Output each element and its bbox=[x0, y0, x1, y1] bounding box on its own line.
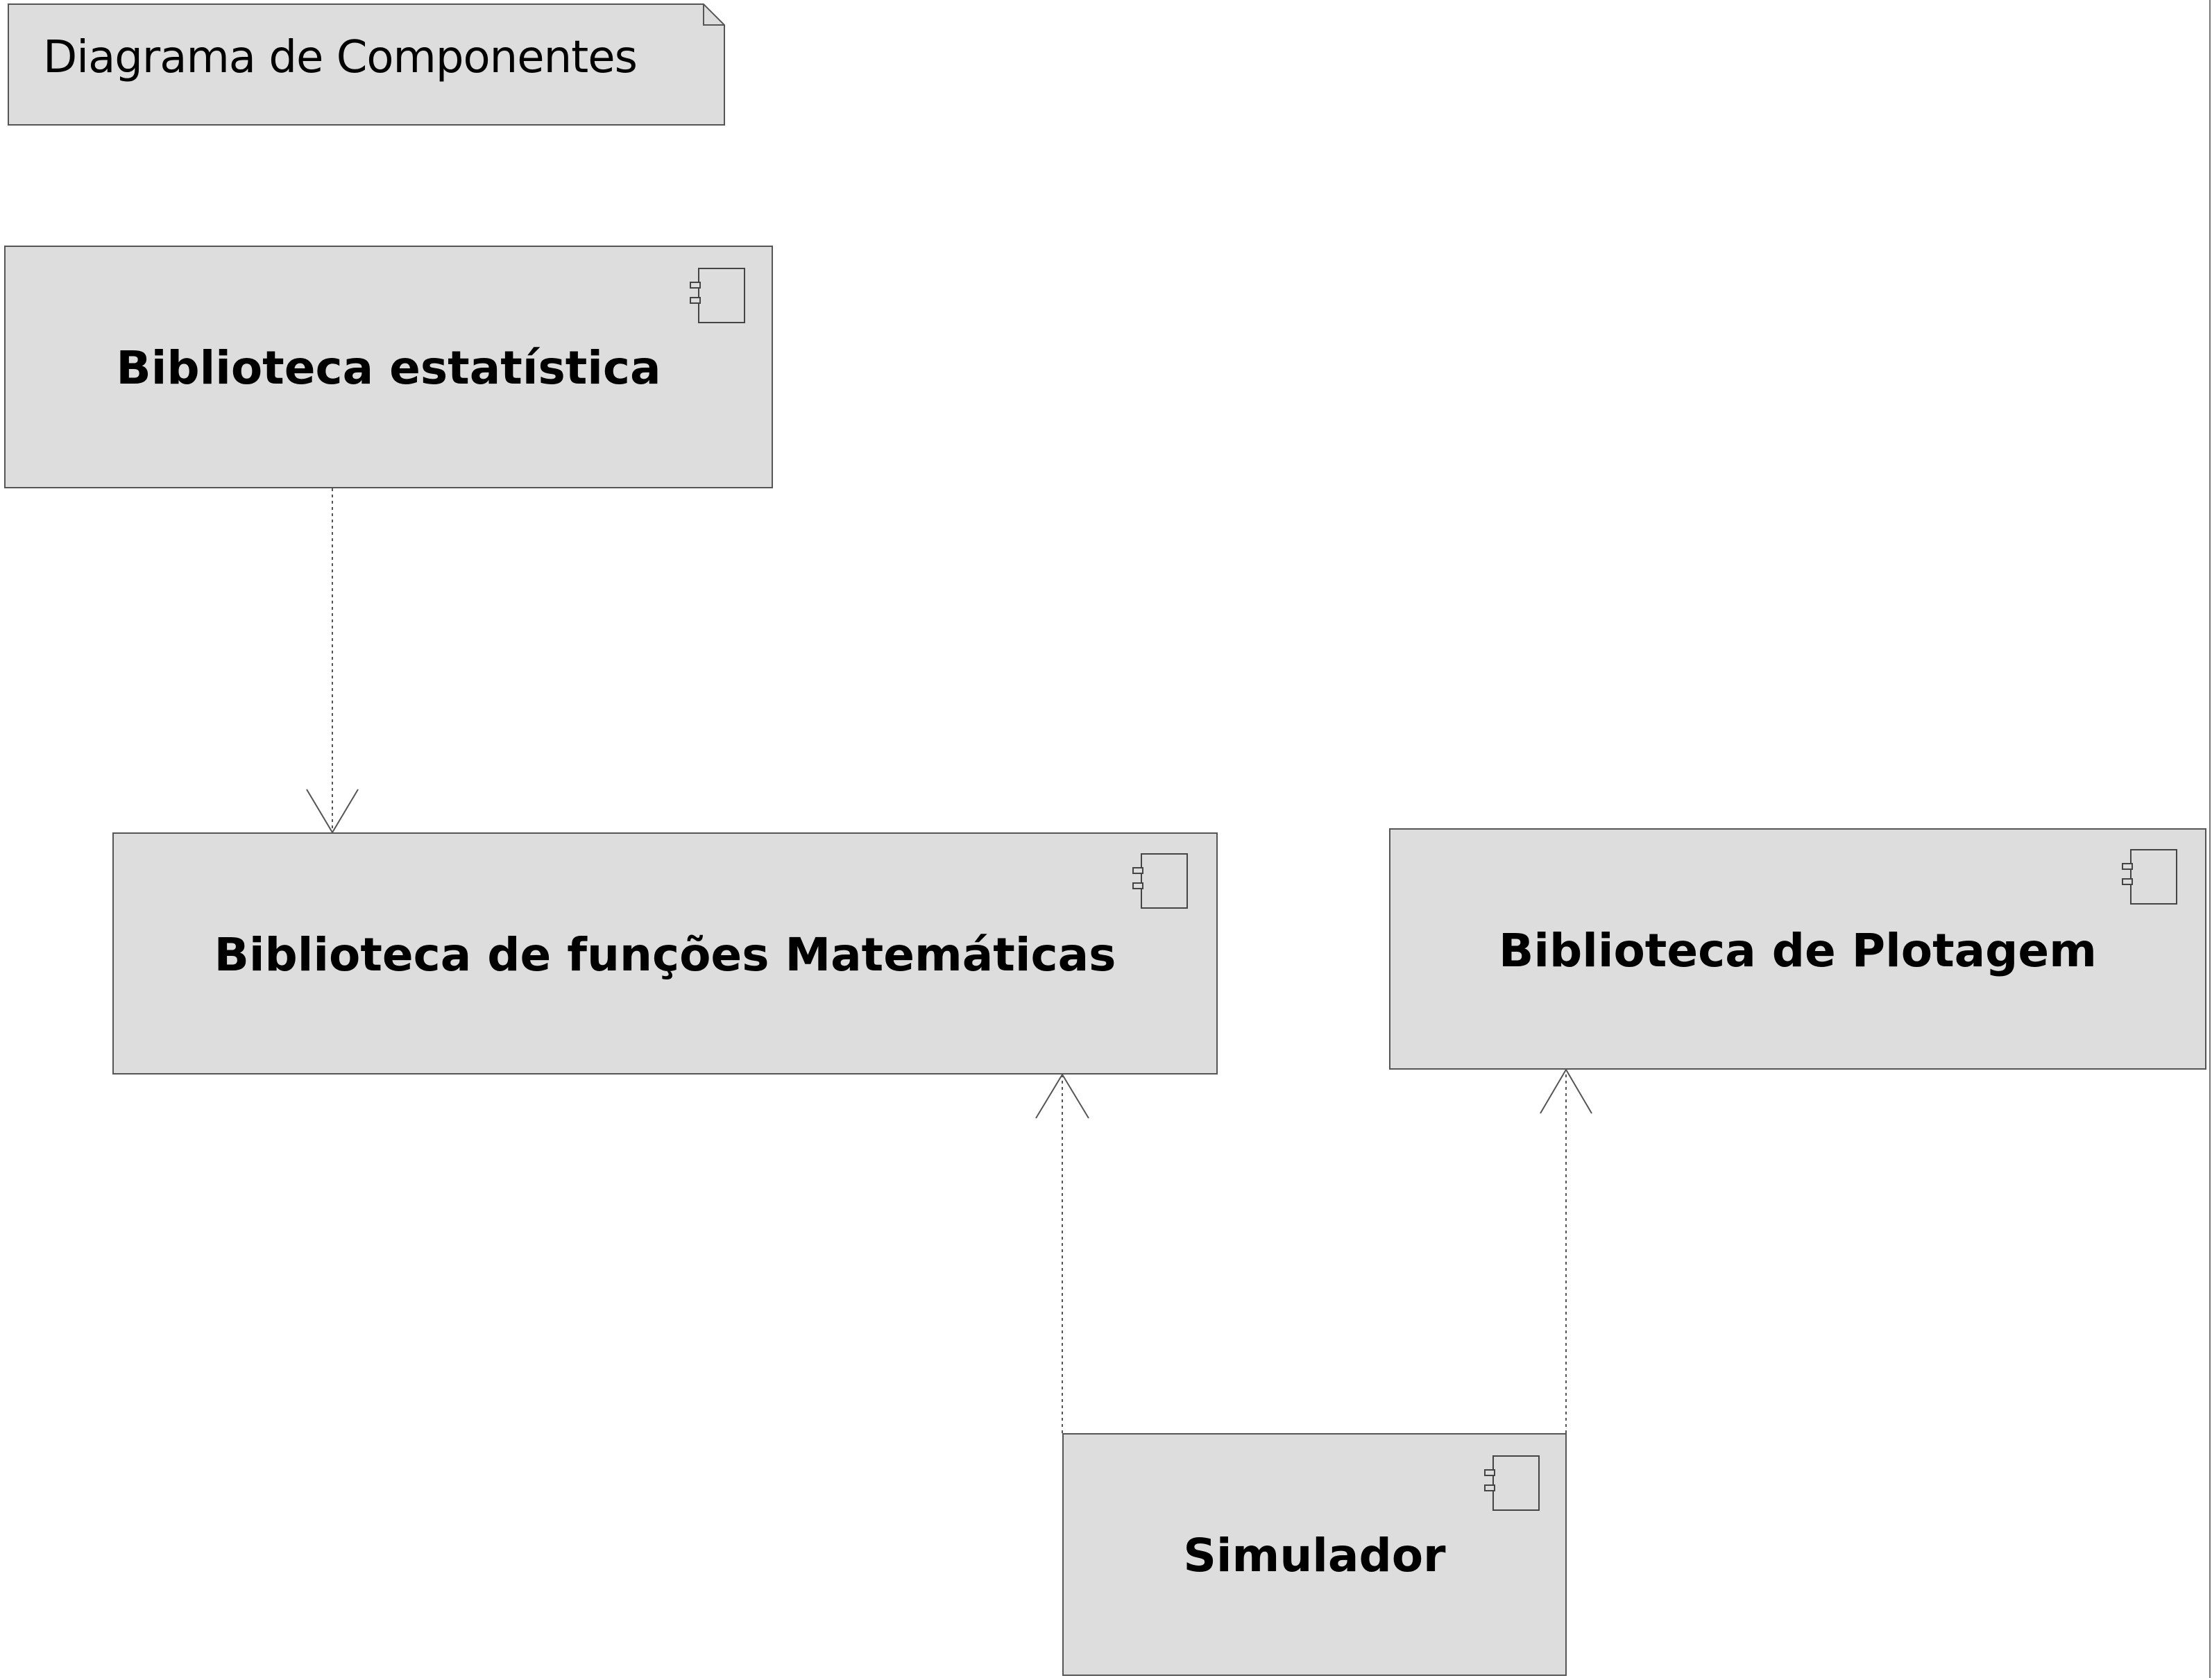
component-name: Biblioteca de Plotagem bbox=[1499, 924, 2097, 977]
component-simulador[interactable]: Simulador bbox=[1062, 1433, 1567, 1676]
component-icon bbox=[690, 268, 745, 326]
diagram-title: Diagrama de Componentes bbox=[43, 32, 638, 83]
component-icon bbox=[2122, 849, 2177, 907]
component-name: Biblioteca de funções Matemáticas bbox=[214, 928, 1116, 982]
component-biblioteca-matematica[interactable]: Biblioteca de funções Matemáticas bbox=[112, 832, 1218, 1075]
component-biblioteca-estatistica[interactable]: Biblioteca estatística bbox=[4, 246, 773, 488]
component-biblioteca-plotagem[interactable]: Biblioteca de Plotagem bbox=[1389, 828, 2206, 1070]
page-border-line bbox=[2209, 0, 2211, 1678]
component-icon bbox=[1132, 853, 1188, 911]
diagram-canvas: Diagrama de Componentes Biblioteca estat… bbox=[0, 0, 2212, 1678]
dependency-simulador-to-plotagem bbox=[1540, 1068, 1592, 1433]
component-name: Simulador bbox=[1183, 1529, 1446, 1582]
dependency-estatistica-to-matematica bbox=[306, 488, 359, 834]
component-name: Biblioteca estatística bbox=[116, 341, 661, 395]
component-icon bbox=[1484, 1455, 1540, 1514]
dependency-simulador-to-matematica bbox=[1035, 1073, 1089, 1433]
